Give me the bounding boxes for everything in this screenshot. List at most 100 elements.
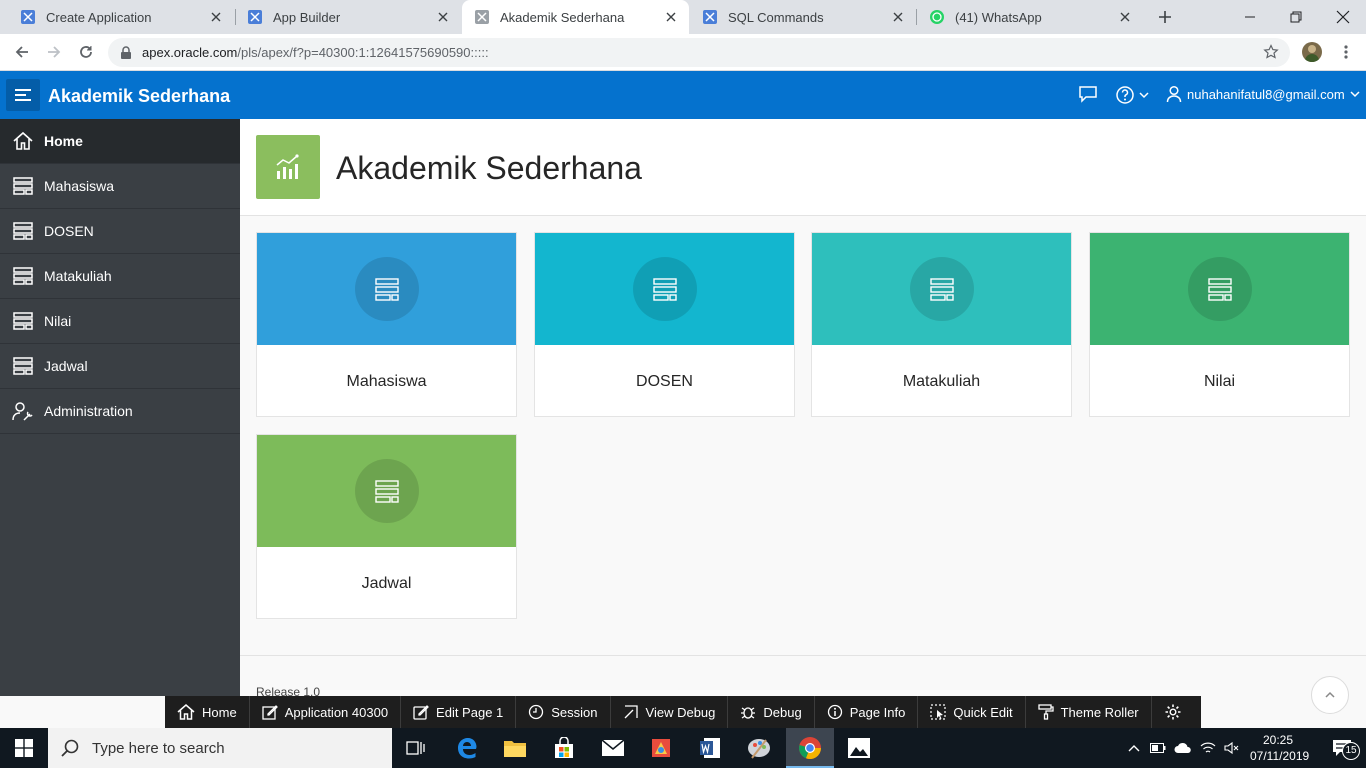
dev-debug-button[interactable]: Debug xyxy=(728,696,815,728)
action-center-button[interactable]: 15 xyxy=(1318,728,1366,768)
card-dosen[interactable]: DOSEN xyxy=(534,232,795,417)
chrome-app[interactable] xyxy=(786,728,834,768)
dev-quick-edit-button[interactable]: Quick Edit xyxy=(918,696,1026,728)
bug-icon xyxy=(741,707,756,719)
taskbar-clock[interactable]: 20:25 07/11/2019 xyxy=(1250,732,1309,764)
sidebar-item-label: Nilai xyxy=(44,313,72,329)
volume-button[interactable] xyxy=(1220,728,1244,768)
forward-button[interactable] xyxy=(42,40,66,64)
scroll-to-top-button[interactable] xyxy=(1311,676,1349,714)
tab-title: Akademik Sederhana xyxy=(500,9,625,25)
sidebar-item-mahasiswa[interactable]: Mahasiswa xyxy=(0,164,240,209)
sidebar-item-administration[interactable]: Administration xyxy=(0,389,240,434)
card-title: Jadwal xyxy=(361,575,412,592)
edge-icon xyxy=(458,738,477,759)
onedrive-button[interactable] xyxy=(1170,728,1196,768)
paint-3d-app[interactable] xyxy=(735,728,783,768)
dev-settings-button[interactable] xyxy=(1152,696,1201,728)
edge-app[interactable] xyxy=(443,728,491,768)
photos-app[interactable] xyxy=(835,728,883,768)
nav-toggle-button[interactable] xyxy=(6,79,40,111)
table-icon xyxy=(374,480,399,503)
browser-menu-button[interactable] xyxy=(1334,40,1358,64)
dev-application-button[interactable]: Application 40300 xyxy=(250,696,402,728)
card-mahasiswa[interactable]: Mahasiswa xyxy=(256,232,517,417)
close-icon[interactable] xyxy=(890,9,906,25)
dev-edit-page-button[interactable]: Edit Page 1 xyxy=(401,696,517,728)
hamburger-icon xyxy=(15,89,31,101)
edit-icon xyxy=(262,705,278,720)
network-button[interactable] xyxy=(1196,728,1220,768)
minimize-icon xyxy=(1245,16,1255,18)
windows-icon xyxy=(15,739,33,757)
battery-button[interactable] xyxy=(1146,728,1170,768)
sidebar-item-label: Mahasiswa xyxy=(44,178,115,194)
sidebar-item-dosen[interactable]: DOSEN xyxy=(0,209,240,254)
sidebar-item-matakuliah[interactable]: Matakuliah xyxy=(0,254,240,299)
browser-tab[interactable]: (41) WhatsApp xyxy=(917,0,1143,34)
card-matakuliah[interactable]: Matakuliah xyxy=(811,232,1072,417)
card-banner xyxy=(812,233,1071,345)
start-button[interactable] xyxy=(0,728,48,768)
close-icon[interactable] xyxy=(663,9,679,25)
url-path: /pls/apex/f?p=40300:1:12641575690590::::… xyxy=(237,45,489,60)
dev-view-debug-button[interactable]: View Debug xyxy=(611,696,729,728)
new-tab-button[interactable] xyxy=(1142,0,1188,34)
footer-divider xyxy=(240,655,1366,656)
reload-button[interactable] xyxy=(74,40,98,64)
help-menu-button[interactable] xyxy=(1115,85,1150,105)
card-nilai[interactable]: Nilai xyxy=(1089,232,1350,417)
sidebar-item-label: Home xyxy=(44,133,83,149)
card-jadwal[interactable]: Jadwal xyxy=(256,434,517,619)
developer-toolbar: Home Application 40300 Edit Page 1 Sessi… xyxy=(165,696,1201,728)
browser-tab-active[interactable]: Akademik Sederhana xyxy=(462,0,689,34)
paint-app[interactable] xyxy=(637,728,685,768)
reload-icon xyxy=(80,46,92,58)
close-icon[interactable] xyxy=(1117,9,1133,25)
browser-tab[interactable]: Create Application xyxy=(8,0,234,34)
dev-item-label: Theme Roller xyxy=(1060,704,1139,720)
show-hidden-icons-button[interactable] xyxy=(1122,728,1146,768)
browser-tab[interactable]: App Builder xyxy=(235,0,461,34)
dev-item-label: Home xyxy=(202,704,237,720)
table-icon xyxy=(13,267,33,285)
restore-button[interactable] xyxy=(1273,0,1319,34)
browser-tab[interactable]: SQL Commands xyxy=(690,0,916,34)
sidebar-item-nilai[interactable]: Nilai xyxy=(0,299,240,344)
store-app[interactable] xyxy=(540,728,588,768)
card-banner xyxy=(257,233,516,345)
search-icon xyxy=(61,739,79,757)
address-bar[interactable]: apex.oracle.com/pls/apex/f?p=40300:1:126… xyxy=(108,38,1290,67)
user-wrench-icon xyxy=(12,402,33,421)
close-icon[interactable] xyxy=(435,9,451,25)
back-button[interactable] xyxy=(10,40,34,64)
app-title[interactable]: Akademik Sederhana xyxy=(48,86,230,107)
close-icon[interactable] xyxy=(208,9,224,25)
user-menu-button[interactable]: nuhahanifatul8@gmail.com xyxy=(1166,85,1361,103)
close-icon xyxy=(1336,10,1350,24)
tab-title: (41) WhatsApp xyxy=(955,9,1042,25)
sidebar-item-label: DOSEN xyxy=(44,223,94,239)
table-icon xyxy=(652,278,677,301)
task-view-button[interactable] xyxy=(392,728,440,768)
view-debug-icon xyxy=(624,705,638,719)
sidebar-item-jadwal[interactable]: Jadwal xyxy=(0,344,240,389)
feedback-button[interactable] xyxy=(1078,85,1098,103)
taskbar-search[interactable]: Type here to search xyxy=(48,728,392,768)
dev-theme-roller-button[interactable]: Theme Roller xyxy=(1026,696,1152,728)
card-title: Matakuliah xyxy=(902,373,981,390)
profile-avatar[interactable] xyxy=(1302,42,1322,62)
star-icon[interactable] xyxy=(1263,44,1279,60)
browser-toolbar: apex.oracle.com/pls/apex/f?p=40300:1:126… xyxy=(0,34,1366,71)
file-explorer-app[interactable] xyxy=(491,728,539,768)
word-app[interactable] xyxy=(686,728,734,768)
dev-session-button[interactable]: Session xyxy=(516,696,611,728)
mail-app[interactable] xyxy=(589,728,637,768)
minimize-button[interactable] xyxy=(1227,0,1273,34)
sidebar-item-home[interactable]: Home xyxy=(0,119,240,164)
home-icon xyxy=(13,131,33,150)
close-window-button[interactable] xyxy=(1320,0,1366,34)
dev-page-info-button[interactable]: Page Info xyxy=(815,696,919,728)
table-icon xyxy=(374,278,399,301)
dev-home-button[interactable]: Home xyxy=(165,696,250,728)
